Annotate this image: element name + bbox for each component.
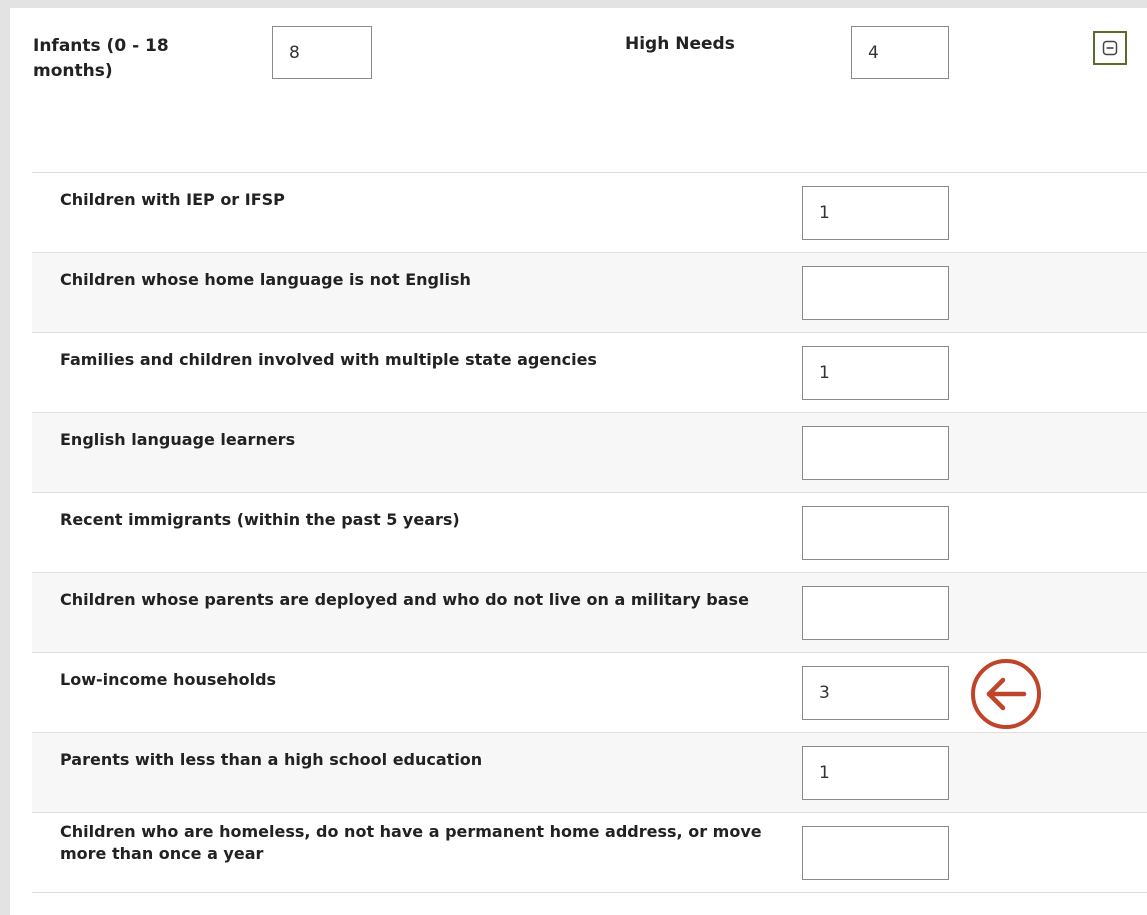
table-row: Recent immigrants (within the past 5 yea… [32,493,1147,573]
high-needs-breakdown: Children with IEP or IFSP Children whose… [32,172,1147,893]
row-label: Children whose home language is not Engl… [60,270,471,289]
row-count-input[interactable] [802,746,949,800]
row-count-input[interactable] [802,266,949,320]
row-count-input[interactable] [802,346,949,400]
infants-label: Infants (0 - 18 months) [33,36,169,81]
high-needs-count-input[interactable] [851,26,949,79]
row-label: Families and children involved with mult… [60,350,597,369]
arrow-left-circle-icon [971,659,1041,729]
table-row: Children who are homeless, do not have a… [32,813,1147,893]
row-count-input[interactable] [802,826,949,880]
table-row: Low-income households [32,653,1147,733]
table-row: Parents with less than a high school edu… [32,733,1147,813]
form-panel: Infants (0 - 18 months) High Needs Child… [0,0,1147,915]
row-label: Children with IEP or IFSP [60,190,285,209]
row-label: Low-income households [60,670,277,689]
row-count-input[interactable] [802,586,949,640]
row-label: Children whose parents are deployed and … [60,590,749,609]
high-needs-label: High Needs [625,34,735,54]
row-count-input[interactable] [802,506,949,560]
table-row: Families and children involved with mult… [32,333,1147,413]
table-row: Children with IEP or IFSP [32,173,1147,253]
minus-in-square-icon [1102,40,1118,56]
row-count-input[interactable] [802,186,949,240]
collapse-button[interactable] [1093,31,1127,65]
infants-count-input[interactable] [272,26,372,79]
row-label: Children who are homeless, do not have a… [60,822,762,863]
row-label: Recent immigrants (within the past 5 yea… [60,510,460,529]
row-label: Parents with less than a high school edu… [60,750,483,769]
row-count-input[interactable] [802,426,949,480]
table-row: Children whose home language is not Engl… [32,253,1147,333]
row-label: English language learners [60,430,296,449]
row-count-input[interactable] [802,666,949,720]
table-row: Children whose parents are deployed and … [32,573,1147,653]
table-row: English language learners [32,413,1147,493]
